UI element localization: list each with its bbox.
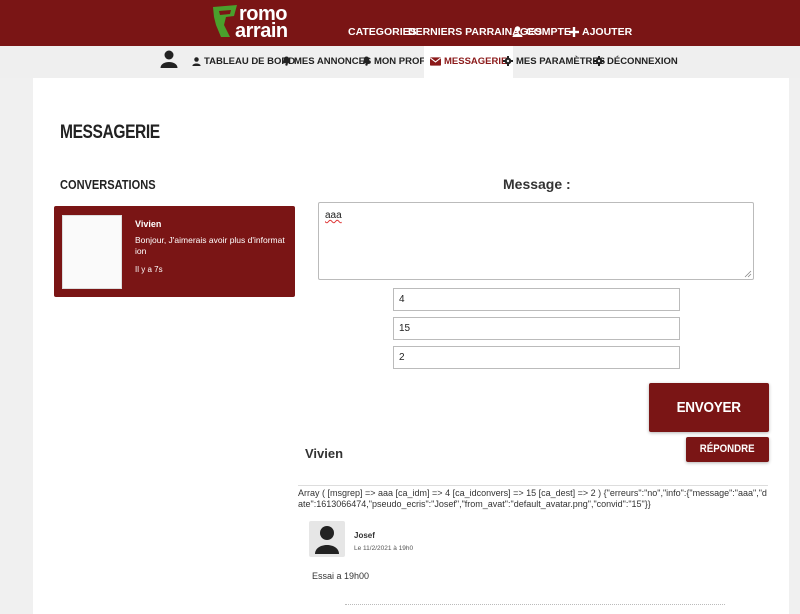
- plus-icon: [569, 27, 579, 37]
- nav-ajouter[interactable]: AJOUTER: [569, 24, 632, 40]
- gear-icon: [594, 56, 604, 66]
- conversation-thumbnail: [62, 215, 122, 289]
- user-icon: [192, 57, 201, 66]
- nav-compte-label: COMPTE: [526, 26, 571, 38]
- subnav-messagerie-label: MESSAGERIE: [444, 56, 508, 67]
- reply-button-label: RÉPONDRE: [700, 443, 755, 455]
- reply-button[interactable]: RÉPONDRE: [686, 437, 769, 462]
- message-date: Le 11/2/2021 à 19h0: [354, 545, 414, 552]
- nav-categories-label: CATEGORIES: [348, 26, 417, 38]
- thread-divider: [298, 485, 768, 486]
- resize-grip-icon[interactable]: [744, 270, 752, 278]
- conversation-preview: Bonjour, J'aimerais avoir plus d'informa…: [135, 235, 285, 256]
- conversation-name: Vivien: [135, 219, 162, 229]
- message-textarea[interactable]: aaa: [318, 202, 754, 280]
- subnav-tableau-de-bord[interactable]: TABLEAU DE BORD: [192, 46, 295, 78]
- user-icon: [512, 26, 523, 37]
- envelope-icon: [430, 57, 441, 66]
- subnav-mes-parametres[interactable]: MES PARAMÈTRES: [503, 46, 605, 78]
- debug-output: Array ( [msgrep] => aaa [ca_idm] => 4 [c…: [298, 488, 767, 509]
- subnav-avatar[interactable]: [160, 46, 181, 78]
- bell-icon: [362, 56, 371, 66]
- subnav-messagerie[interactable]: MESSAGERIE: [424, 46, 514, 78]
- nav-categories[interactable]: CATEGORIES: [348, 24, 417, 40]
- conversation-card[interactable]: Vivien Bonjour, J'aimerais avoir plus d'…: [54, 206, 295, 297]
- ca-dest-field[interactable]: 2: [393, 346, 680, 369]
- send-button-label: ENVOYER: [676, 399, 742, 416]
- thread-contact-name: Vivien: [305, 446, 344, 461]
- nav-ajouter-label: AJOUTER: [582, 26, 633, 38]
- message-avatar: [309, 521, 345, 557]
- account-subnav: TABLEAU DE BORD MES ANNONCES MON PROFIL …: [0, 46, 800, 78]
- message-sender: Josef: [354, 531, 375, 540]
- ca-idconvers-field[interactable]: 15: [393, 317, 680, 340]
- message-heading: Message :: [503, 176, 571, 192]
- subnav-parametres-label: MES PARAMÈTRES: [516, 56, 606, 67]
- page-title: MESSAGERIE: [60, 122, 160, 143]
- conversation-time: Il y a 7s: [135, 265, 163, 274]
- subnav-mes-annonces[interactable]: MES ANNONCES: [282, 46, 371, 78]
- site-logo[interactable]: romo arrain: [210, 3, 292, 41]
- user-avatar-icon: [160, 50, 178, 68]
- conversations-heading: CONVERSATIONS: [60, 177, 156, 192]
- message-separator: [345, 604, 725, 605]
- message-text: aaa: [325, 210, 342, 221]
- nav-compte[interactable]: COMPTE: [512, 24, 571, 40]
- subnav-deconnexion-label: DÉCONNEXION: [607, 56, 678, 67]
- send-button[interactable]: ENVOYER: [649, 383, 769, 432]
- gear-icon: [503, 56, 513, 66]
- bell-icon: [282, 56, 291, 66]
- logo-text-line2: arrain: [235, 20, 288, 42]
- message-body: Essai a 19h00: [312, 571, 370, 581]
- subnav-annonces-label: MES ANNONCES: [294, 56, 372, 67]
- subnav-mon-profil[interactable]: MON PROFIL: [362, 46, 434, 78]
- ca-idm-field[interactable]: 4: [393, 288, 680, 311]
- subnav-deconnexion[interactable]: DÉCONNEXION: [594, 46, 678, 78]
- top-bar: romo arrain CATEGORIES DERNIERS PARRAINA…: [0, 0, 800, 46]
- default-avatar-icon: [315, 526, 339, 554]
